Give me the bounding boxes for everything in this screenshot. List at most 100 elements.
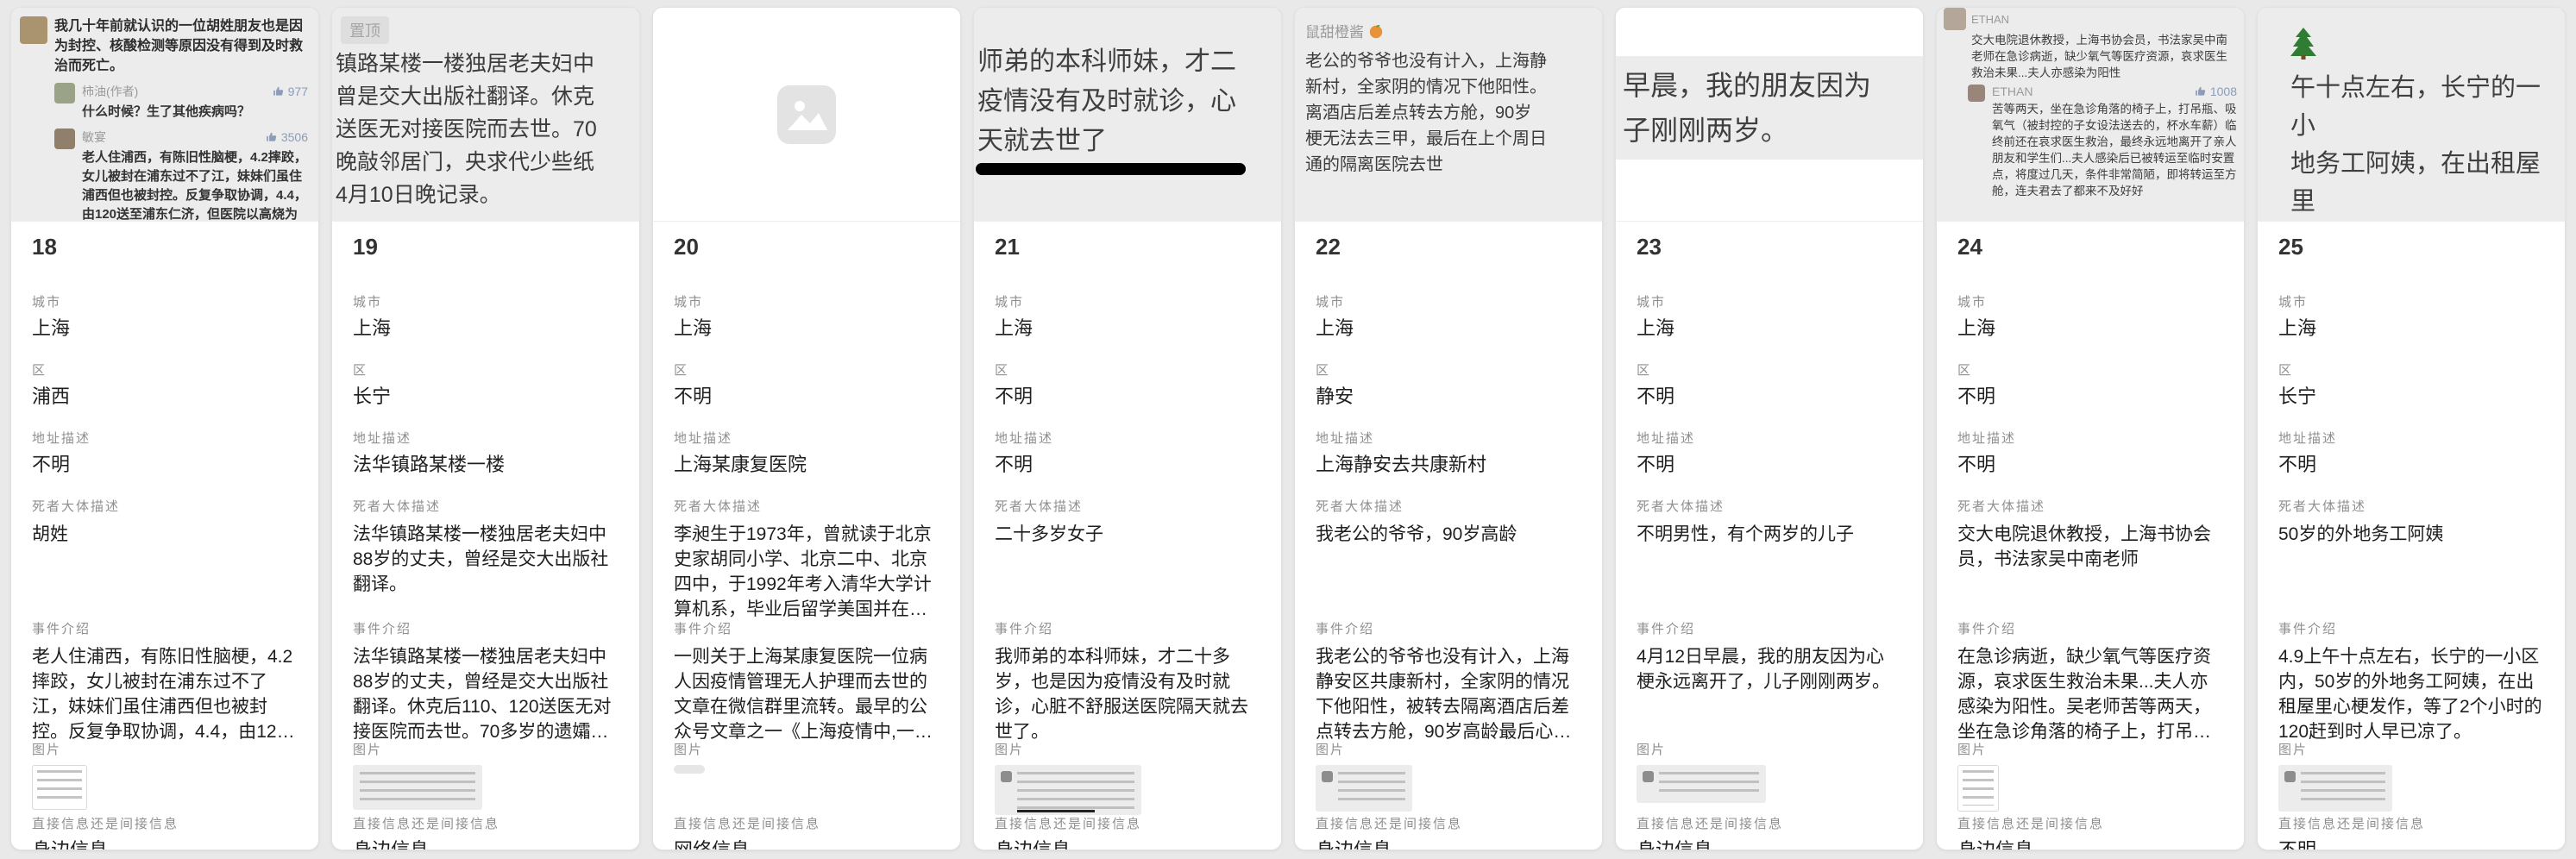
record-card-18[interactable]: 我几十年前就认识的一位胡姓朋友也是因为封控、核酸检测等原因没有得到及时救治而死亡… <box>10 7 319 850</box>
field-value-address: 不明 <box>2278 454 2544 476</box>
field-label-direct: 直接信息还是间接信息 <box>1316 814 1581 832</box>
field-value-address: 上海静安去共康新村 <box>1316 454 1581 476</box>
field-label-city: 城市 <box>2278 292 2544 310</box>
attachment-thumbnail[interactable] <box>2278 765 2392 812</box>
like-count: 3506 <box>266 130 308 144</box>
avatar <box>54 83 75 103</box>
commenter-name: ETHAN <box>1992 85 2033 98</box>
field-label-direct: 直接信息还是间接信息 <box>1637 814 1902 832</box>
field-label-event: 事件介绍 <box>995 619 1260 637</box>
record-cover-image[interactable]: 师弟的本科师妹，才二 疫情没有及时就诊，心 天就去世了 <box>974 8 1281 222</box>
record-number: 24 <box>1957 234 2223 272</box>
record-cover-image[interactable]: ETHAN 交大电院退休教授，上海书协会员，书法家吴中南老师在急诊病逝，缺少氧气… <box>1937 8 2244 222</box>
field-label-deceased: 死者大体描述 <box>1957 497 2223 515</box>
redaction-bar <box>976 163 1246 175</box>
field-label-event: 事件介绍 <box>1637 619 1902 637</box>
field-label-direct: 直接信息还是间接信息 <box>2278 814 2544 832</box>
record-cover-image[interactable]: 鼠甜橙酱 老公的爷爷也没有计入，上海静 新村，全家阴的情况下他阳性。 离酒店后差… <box>1295 8 1602 222</box>
field-value-address: 法华镇路某楼一楼 <box>353 454 619 476</box>
field-label-address: 地址描述 <box>1957 429 2223 447</box>
field-label-direct: 直接信息还是间接信息 <box>674 814 939 832</box>
record-cover-image[interactable]: 早晨，我的朋友因为 子刚刚两岁。 <box>1616 8 1923 222</box>
field-value-event: 法华镇路某楼一楼独居老夫妇中88岁的丈夫，曾经是交大出版社翻译。休克后110、1… <box>353 644 619 740</box>
field-value-district: 不明 <box>674 386 939 408</box>
cover-text: 师弟的本科师妹，才二 疫情没有及时就诊，心 天就去世了 <box>974 8 1281 161</box>
field-label-district: 区 <box>353 361 619 379</box>
cover-text: 午十点左右，长宁的一小 地务工阿姨，在出租屋里 了2个小时的120赶到时, <box>2289 69 2565 222</box>
attachment-thumbnail[interactable] <box>1957 765 1999 812</box>
cover-text: 早晨，我的朋友因为 子刚刚两岁。 <box>1623 63 1921 153</box>
field-value-event: 4月12日早晨，我的朋友因为心梗永远离开了，儿子刚刚两岁。 <box>1637 644 1902 694</box>
field-label-image: 图片 <box>353 740 619 758</box>
attachment-thumbnail[interactable] <box>674 765 705 774</box>
field-value-direct: 网络信息 <box>674 839 939 850</box>
avatar <box>1944 8 1966 30</box>
record-cover-image[interactable]: 置顶 镇路某楼一楼独居老夫妇中 曾是交大出版社翻译。休克 送医无对接医院而去世。… <box>332 8 639 222</box>
like-count: 977 <box>273 85 308 98</box>
record-card-24[interactable]: ETHAN 交大电院退休教授，上海书协会员，书法家吴中南老师在急诊病逝，缺少氧气… <box>1936 7 2245 850</box>
field-value-district: 不明 <box>995 386 1260 408</box>
wechat-reply-text: 什么时候？生了其他疾病吗？ <box>82 103 308 122</box>
attachment-thumbnail[interactable] <box>32 765 87 810</box>
field-label-event: 事件介绍 <box>674 619 939 637</box>
record-card-23[interactable]: 早晨，我的朋友因为 子刚刚两岁。 23 城市上海 区不明 地址描述不明 死者大体… <box>1615 7 1924 850</box>
field-label-event: 事件介绍 <box>2278 619 2544 637</box>
field-value-direct: 身边信息 <box>995 839 1260 850</box>
field-label-deceased: 死者大体描述 <box>2278 497 2544 515</box>
field-value-deceased: 不明男性，有个两岁的儿子 <box>1637 522 1902 547</box>
field-label-district: 区 <box>674 361 939 379</box>
attachment-thumbnail[interactable] <box>353 765 482 810</box>
field-label-district: 区 <box>995 361 1260 379</box>
field-label-direct: 直接信息还是间接信息 <box>353 814 619 832</box>
wechat-comment-text: 我几十年前就认识的一位胡姓朋友也是因为封控、核酸检测等原因没有得到及时救治而死亡… <box>54 16 308 76</box>
field-value-deceased: 李昶生于1973年，曾就读于北京史家胡同小学、北京二中、北京四中，于1992年考… <box>674 522 939 619</box>
record-cover-image[interactable]: 我几十年前就认识的一位胡姓朋友也是因为封控、核酸检测等原因没有得到及时救治而死亡… <box>11 8 318 222</box>
record-number: 23 <box>1637 234 1902 272</box>
gallery-view: 我几十年前就认识的一位胡姓朋友也是因为封控、核酸检测等原因没有得到及时救治而死亡… <box>0 0 2576 857</box>
field-value-direct: 身边信息 <box>353 839 619 850</box>
field-value-event: 老人住浦西，有陈旧性脑梗，4.2摔跤，女儿被封在浦东过不了江，妹妹们虽住浦西但也… <box>32 644 298 740</box>
attachment-thumbnail[interactable] <box>1316 765 1412 812</box>
wechat-reply-text: 老人住浦西，有陈旧性脑梗，4.2摔跤，女儿被封在浦东过不了江，妹妹们虽住浦西但也… <box>82 148 308 222</box>
record-card-20[interactable]: 20 城市上海 区不明 地址描述上海某康复医院 死者大体描述李昶生于1973年，… <box>652 7 961 850</box>
field-value-city: 上海 <box>995 317 1260 340</box>
field-value-district: 不明 <box>1637 386 1902 408</box>
record-card-25[interactable]: 午十点左右，长宁的一小 地务工阿姨，在出租屋里 了2个小时的120赶到时, 25… <box>2257 7 2566 850</box>
field-value-address: 不明 <box>1957 454 2223 476</box>
field-label-city: 城市 <box>353 292 619 310</box>
record-card-19[interactable]: 置顶 镇路某楼一楼独居老夫妇中 曾是交大出版社翻译。休克 送医无对接医院而去世。… <box>331 7 640 850</box>
record-cover-image[interactable]: 午十点左右，长宁的一小 地务工阿姨，在出租屋里 了2个小时的120赶到时, <box>2258 8 2565 222</box>
attachment-thumbnail[interactable] <box>995 765 1141 815</box>
field-label-district: 区 <box>1316 361 1581 379</box>
commenter-name: 柿油(作者) <box>82 83 138 100</box>
field-label-city: 城市 <box>32 292 298 310</box>
field-label-city: 城市 <box>674 292 939 310</box>
field-label-image: 图片 <box>674 740 939 758</box>
field-label-event: 事件介绍 <box>353 619 619 637</box>
field-value-district: 长宁 <box>353 386 619 408</box>
field-label-address: 地址描述 <box>353 429 619 447</box>
commenter-name: ETHAN <box>1971 13 2009 26</box>
field-label-deceased: 死者大体描述 <box>32 497 298 515</box>
record-cover-image[interactable] <box>653 8 960 222</box>
field-label-image: 图片 <box>2278 740 2544 758</box>
field-value-deceased: 交大电院退休教授，上海书协会员，书法家吴中南老师 <box>1957 522 2223 572</box>
field-value-district: 浦西 <box>32 386 298 408</box>
field-value-city: 上海 <box>1637 317 1902 340</box>
record-number: 21 <box>995 234 1260 272</box>
field-value-address: 不明 <box>995 454 1260 476</box>
field-label-city: 城市 <box>995 292 1260 310</box>
record-number: 20 <box>674 234 939 272</box>
field-label-deceased: 死者大体描述 <box>995 497 1260 515</box>
field-value-city: 上海 <box>674 317 939 340</box>
field-value-deceased: 二十多岁女子 <box>995 522 1260 547</box>
field-value-district: 静安 <box>1316 386 1581 408</box>
field-label-image: 图片 <box>1316 740 1581 758</box>
attachment-thumbnail[interactable] <box>1637 765 1766 803</box>
tree-emoji <box>2289 27 2318 60</box>
record-card-22[interactable]: 鼠甜橙酱 老公的爷爷也没有计入，上海静 新村，全家阴的情况下他阳性。 离酒店后差… <box>1294 7 1603 850</box>
field-label-address: 地址描述 <box>2278 429 2544 447</box>
field-value-direct: 身边信息 <box>1316 839 1581 850</box>
field-value-address: 不明 <box>32 454 298 476</box>
record-card-21[interactable]: 师弟的本科师妹，才二 疫情没有及时就诊，心 天就去世了 21 城市上海 区不明 … <box>973 7 1282 850</box>
